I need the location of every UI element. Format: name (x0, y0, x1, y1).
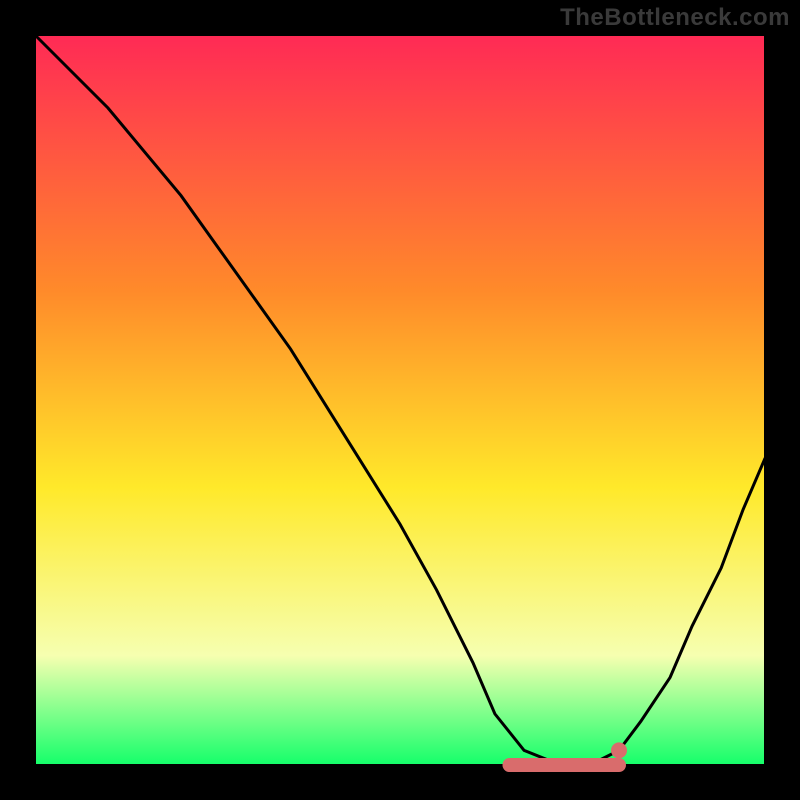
chart-frame: TheBottleneck.com (0, 0, 800, 800)
sweet-spot-end-dot (611, 742, 627, 758)
chart-svg (0, 0, 800, 800)
plot-background (35, 35, 765, 765)
watermark-text: TheBottleneck.com (560, 4, 790, 32)
